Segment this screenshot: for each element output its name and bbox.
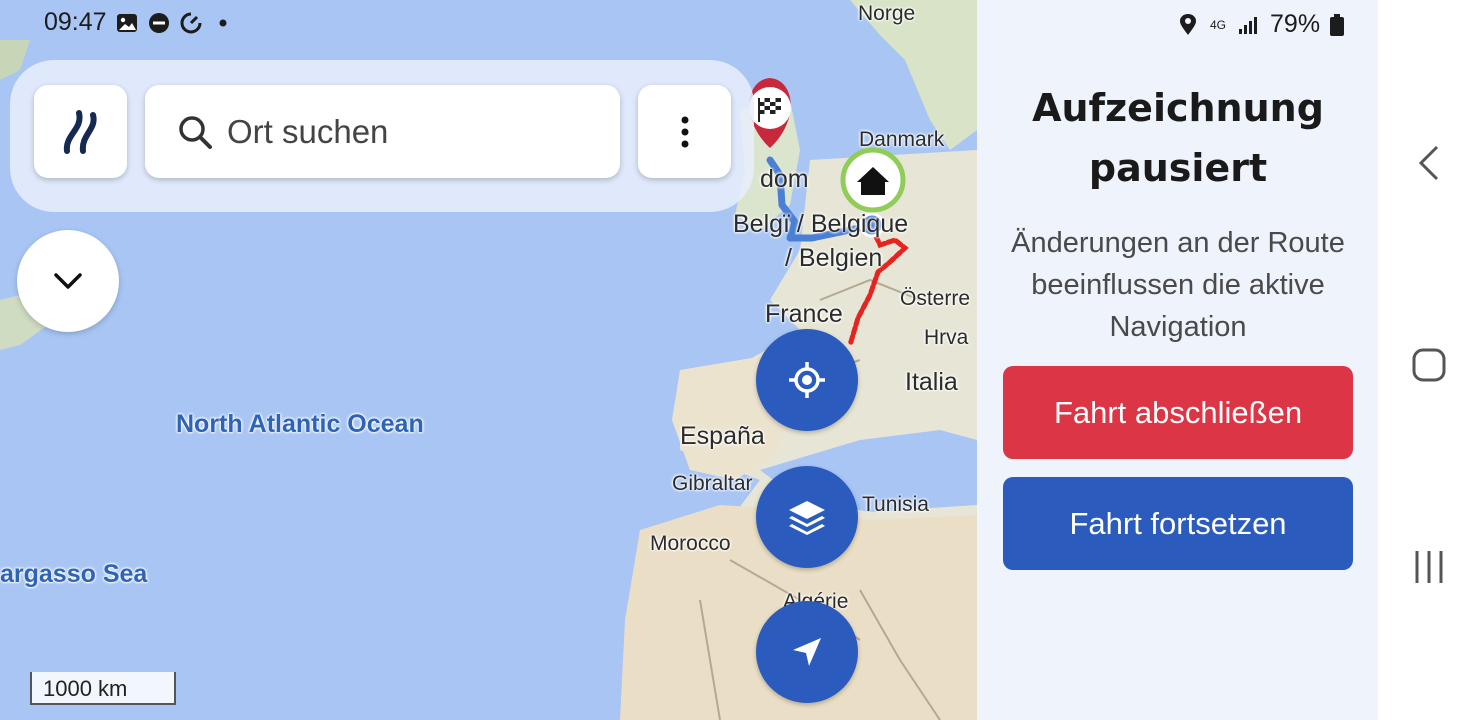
battery-percent: 79% (1270, 10, 1321, 38)
navigate-button[interactable] (756, 601, 858, 703)
battery-icon (1330, 13, 1345, 37)
layers-button[interactable] (756, 466, 858, 568)
label-morocco: Morocco (650, 532, 731, 555)
label-sargasso-sea: argasso Sea (0, 560, 148, 588)
search-placeholder: Ort suchen (227, 112, 389, 150)
search-panel: Ort suchen (10, 60, 754, 212)
label-kingdom: dom (760, 165, 809, 193)
panel-title: Aufzeichnung pausiert (1032, 86, 1324, 190)
recents-button[interactable] (1378, 527, 1480, 607)
status-bar-right: 4G 79% (1176, 10, 1345, 39)
dot-icon (211, 11, 235, 35)
continue-trip-button[interactable]: Fahrt fortsetzen (1003, 477, 1353, 570)
label-norge: Norge (858, 2, 916, 25)
back-button[interactable] (1378, 123, 1480, 203)
sync-icon (179, 11, 203, 35)
navigation-arrow-icon (793, 638, 821, 666)
collapse-button[interactable] (17, 230, 119, 332)
status-bar-left: 09:47 (44, 8, 235, 37)
do-not-disturb-icon (147, 11, 171, 35)
label-north-atlantic: North Atlantic Ocean (176, 410, 424, 438)
panel-description: Änderungen an der Route beeinflussen die… (1011, 227, 1345, 343)
chevron-down-icon (54, 273, 82, 289)
label-france: France (765, 300, 843, 328)
finish-trip-button[interactable]: Fahrt abschließen (1003, 366, 1353, 459)
label-italia: Italia (905, 368, 958, 396)
crosshair-icon (789, 362, 825, 398)
label-danmark: Danmark (859, 128, 945, 151)
gallery-icon (115, 11, 139, 35)
recents-icon (1415, 551, 1443, 583)
more-vert-icon (681, 116, 688, 147)
signal-icon (1236, 13, 1260, 37)
back-chevron-icon (1418, 145, 1439, 181)
search-icon (177, 114, 213, 150)
home-marker-icon[interactable] (840, 147, 906, 213)
search-input[interactable]: Ort suchen (145, 85, 620, 178)
location-icon (1176, 13, 1200, 37)
app-logo-button[interactable] (34, 85, 127, 178)
network-4g-icon: 4G (1210, 17, 1227, 32)
locate-button[interactable] (756, 329, 858, 431)
home-button[interactable] (1378, 325, 1480, 405)
layers-icon (789, 501, 825, 535)
label-tunisia: Tunisia (862, 493, 929, 516)
system-nav-bar (1378, 0, 1480, 720)
label-belgie: Belgï / Belgique (733, 210, 909, 238)
map-scale-bar: 1000 km (30, 672, 176, 705)
label-hrvatska: Hrva (924, 326, 969, 349)
label-belgien: / Belgien (785, 244, 883, 272)
home-square-icon (1412, 348, 1446, 382)
app-logo-icon (63, 109, 97, 154)
status-time: 09:47 (44, 8, 107, 36)
more-menu-button[interactable] (638, 85, 731, 178)
label-espana: España (680, 422, 765, 450)
label-osterreich: Österre (900, 287, 971, 310)
label-gibraltar: Gibraltar (672, 472, 753, 495)
